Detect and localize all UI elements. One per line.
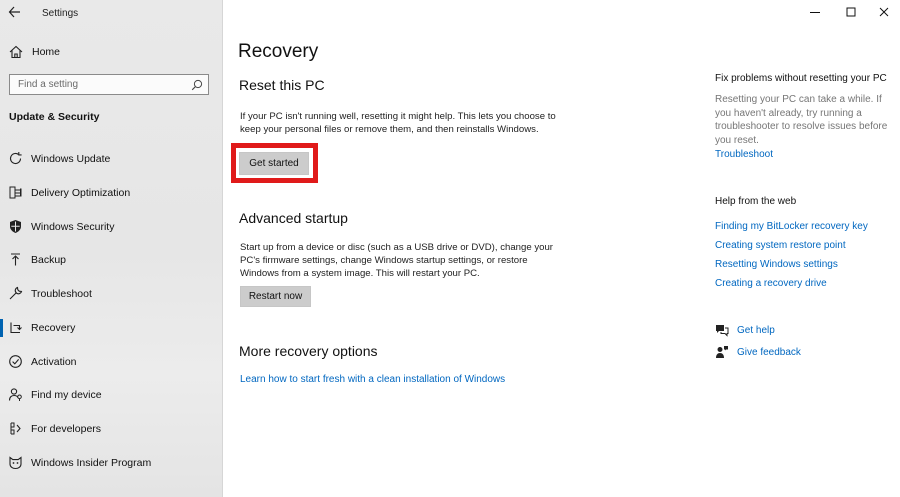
search-placeholder: Find a setting [18, 79, 79, 90]
sidebar-item-label: Windows Insider Program [31, 457, 152, 469]
give-feedback-label: Give feedback [737, 346, 801, 358]
search-icon [191, 79, 203, 91]
troubleshoot-link[interactable]: Troubleshoot [715, 149, 773, 160]
sidebar-item-label: Recovery [31, 322, 76, 334]
resetting-settings-link[interactable]: Resetting Windows settings [715, 259, 838, 270]
insider-cat-icon [9, 456, 22, 470]
fix-problems-text: Resetting your PC can take a while. If y… [715, 94, 888, 146]
window-title: Settings [42, 8, 79, 19]
advanced-startup-heading: Advanced startup [239, 210, 348, 226]
chat-bubble-icon [716, 325, 729, 337]
backup-arrow-icon [11, 253, 20, 266]
sidebar: Settings Home Find a setting Update & Se… [0, 0, 223, 497]
person-location-icon [8, 388, 22, 401]
clean-install-link[interactable]: Learn how to start fresh with a clean in… [240, 374, 505, 385]
wrench-icon [9, 286, 23, 300]
sidebar-item-recovery[interactable]: Recovery [0, 317, 222, 339]
sidebar-item-activation[interactable]: Activation [0, 351, 222, 373]
sidebar-item-find-my-device[interactable]: Find my device [0, 384, 222, 406]
close-icon[interactable] [876, 4, 892, 20]
sidebar-item-label: Windows Update [31, 153, 111, 165]
refresh-icon [9, 152, 22, 164]
back-arrow-icon[interactable] [8, 4, 22, 20]
get-help-link[interactable]: Get help [715, 322, 775, 338]
sidebar-item-label: Delivery Optimization [31, 187, 131, 199]
active-indicator [0, 319, 3, 337]
search-input[interactable]: Find a setting [9, 74, 209, 95]
get-help-label: Get help [737, 324, 775, 336]
sidebar-item-windows-security[interactable]: Windows Security [0, 216, 222, 238]
sidebar-section-title: Update & Security [9, 111, 100, 123]
sidebar-item-windows-update[interactable]: Windows Update [0, 148, 222, 170]
recovery-drive-link[interactable]: Creating a recovery drive [715, 278, 827, 289]
delivery-optimization-icon [9, 186, 22, 199]
page-title: Recovery [238, 41, 319, 62]
sidebar-item-delivery-optimization[interactable]: Delivery Optimization [0, 182, 222, 204]
shield-icon [10, 220, 21, 233]
developer-tools-icon [10, 422, 21, 435]
give-feedback-link[interactable]: Give feedback [715, 344, 801, 360]
check-circle-icon [9, 355, 22, 368]
sidebar-item-label: Troubleshoot [31, 288, 92, 300]
sidebar-item-label: Windows Security [31, 221, 115, 233]
fix-problems-heading: Fix problems without resetting your PC [715, 73, 887, 84]
sidebar-item-label: For developers [31, 423, 102, 435]
home-label: Home [32, 46, 61, 58]
home-icon [9, 45, 23, 59]
help-from-web-heading: Help from the web [715, 196, 797, 207]
feedback-person-icon [716, 346, 728, 358]
sidebar-item-troubleshoot[interactable]: Troubleshoot [0, 283, 222, 305]
bitlocker-key-link[interactable]: Finding my BitLocker recovery key [715, 221, 868, 232]
restart-now-button[interactable]: Restart now [240, 286, 311, 307]
highlight-box [231, 143, 318, 183]
sidebar-item-for-developers[interactable]: For developers [0, 418, 222, 440]
restore-point-link[interactable]: Creating system restore point [715, 240, 846, 251]
minimize-icon[interactable] [807, 4, 823, 20]
sidebar-home[interactable]: Home [8, 44, 60, 60]
reset-heading: Reset this PC [239, 77, 325, 93]
sidebar-item-label: Activation [31, 356, 77, 368]
recovery-icon [10, 322, 22, 334]
sidebar-item-label: Find my device [31, 389, 102, 401]
sidebar-item-label: Backup [31, 254, 67, 266]
sidebar-item-windows-insider-program[interactable]: Windows Insider Program [0, 452, 222, 474]
reset-description: If your PC isn't running well, resetting… [240, 111, 556, 135]
sidebar-item-backup[interactable]: Backup [0, 249, 222, 271]
more-recovery-heading: More recovery options [239, 343, 378, 359]
maximize-icon[interactable] [843, 4, 859, 20]
advanced-startup-description: Start up from a device or disc (such as … [240, 242, 553, 279]
